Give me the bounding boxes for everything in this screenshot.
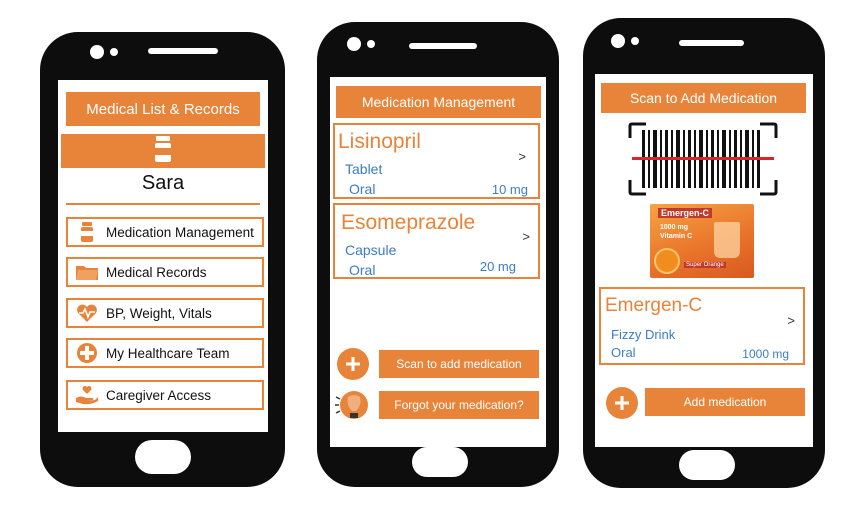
menu-item-caregiver-access[interactable]: Caregiver Access xyxy=(66,380,264,410)
phone-frame-scan: Scan to Add Medication Emergen-C 1000 mg… xyxy=(583,18,825,488)
orange-fruit-icon xyxy=(654,248,680,274)
front-camera-icon xyxy=(90,45,104,59)
med-name: Esomeprazole xyxy=(341,211,476,234)
speaker-grille xyxy=(148,48,218,54)
page-title: Medication Management xyxy=(336,86,541,118)
divider xyxy=(66,203,260,205)
plus-icon[interactable] xyxy=(337,348,369,380)
med-dose: 1000 mg xyxy=(742,347,789,361)
barcode-scanner-icon[interactable] xyxy=(628,122,778,196)
sensor-icon xyxy=(631,37,639,45)
user-icon-banner xyxy=(61,134,265,168)
menu-item-medical-records[interactable]: Medical Records xyxy=(66,257,264,287)
product-flavor: Super Orange xyxy=(684,262,726,268)
med-dose: 20 mg xyxy=(479,259,516,274)
user-name: Sara xyxy=(141,172,185,194)
med-card-lisinopril[interactable]: Lisinopril > Tablet Oral 10 mg xyxy=(333,123,540,199)
home-button[interactable] xyxy=(412,447,468,477)
chevron-right-icon: > xyxy=(522,229,530,244)
hand-heart-icon xyxy=(74,382,100,408)
screen-medication-management: Medication Management Lisinopril > Table… xyxy=(330,77,546,447)
menu-item-label: BP, Weight, Vitals xyxy=(106,305,212,321)
menu-item-label: My Healthcare Team xyxy=(106,345,230,361)
front-camera-icon xyxy=(347,37,361,51)
med-route: Oral xyxy=(349,262,376,278)
menu-item-healthcare-team[interactable]: My Healthcare Team xyxy=(66,338,264,368)
med-dose: 10 mg xyxy=(491,182,528,197)
forgot-medication-button[interactable]: Forgot your medication? xyxy=(379,391,539,419)
med-name: Lisinopril xyxy=(338,130,421,153)
page-title: Medical List & Records xyxy=(66,92,260,126)
menu-item-label: Medication Management xyxy=(106,224,254,240)
screen-scan-medication: Scan to Add Medication Emergen-C 1000 mg… xyxy=(595,74,813,447)
brain-lightbulb-icon[interactable] xyxy=(334,387,372,423)
speaker-grille xyxy=(679,40,744,46)
phone-frame-medication-management: Medication Management Lisinopril > Table… xyxy=(317,22,559,487)
product-box-image: Emergen-C 1000 mg Vitamin C Super Orange xyxy=(650,204,754,278)
page-title-text: Scan to Add Medication xyxy=(629,90,778,106)
folder-icon xyxy=(74,259,100,285)
menu-item-vitals[interactable]: BP, Weight, Vitals xyxy=(66,298,264,328)
product-brand: Emergen-C xyxy=(658,208,713,218)
scan-to-add-label: Scan to add medication xyxy=(396,357,522,371)
sensor-icon xyxy=(110,48,118,56)
menu-item-label: Caregiver Access xyxy=(106,387,212,403)
plus-icon[interactable] xyxy=(606,387,638,419)
menu-item-medication-management[interactable]: Medication Management xyxy=(66,217,264,247)
front-camera-icon xyxy=(611,34,625,48)
page-title-text: Medical List & Records xyxy=(86,100,240,118)
home-button[interactable] xyxy=(679,450,735,480)
pill-bottle-icon xyxy=(154,135,172,167)
med-route: Oral xyxy=(349,181,376,197)
add-medication-label: Add medication xyxy=(683,395,767,409)
med-form: Fizzy Drink xyxy=(611,327,676,342)
medical-cross-icon xyxy=(74,340,100,366)
chevron-right-icon: > xyxy=(518,149,526,164)
menu-item-label: Medical Records xyxy=(106,264,207,280)
med-form: Capsule xyxy=(345,242,397,258)
med-card-emergen-c[interactable]: Emergen-C > Fizzy Drink Oral 1000 mg xyxy=(599,287,805,365)
pill-bottle-icon xyxy=(74,219,100,245)
page-title: Scan to Add Medication xyxy=(601,83,806,113)
med-card-esomeprazole[interactable]: Esomeprazole > Capsule Oral 20 mg xyxy=(333,203,540,279)
med-name: Emergen-C xyxy=(605,295,703,316)
glass-icon xyxy=(714,222,740,258)
sensor-icon xyxy=(367,40,375,48)
add-medication-button[interactable]: Add medication xyxy=(645,388,805,416)
home-button[interactable] xyxy=(135,440,191,474)
product-vitamin: Vitamin C xyxy=(660,233,693,240)
speaker-grille xyxy=(409,43,477,49)
med-form: Tablet xyxy=(345,161,383,177)
heartbeat-icon xyxy=(74,300,100,326)
product-dose: 1000 mg xyxy=(660,224,689,231)
screen-medical-list: Medical List & Records Sara Medication M… xyxy=(58,80,268,432)
page-title-text: Medication Management xyxy=(361,94,516,110)
scan-to-add-button[interactable]: Scan to add medication xyxy=(379,350,539,378)
forgot-medication-label: Forgot your medication? xyxy=(394,398,524,412)
med-route: Oral xyxy=(611,345,636,360)
chevron-right-icon: > xyxy=(787,313,795,328)
phone-frame-medical-list: Medical List & Records Sara Medication M… xyxy=(40,32,285,487)
